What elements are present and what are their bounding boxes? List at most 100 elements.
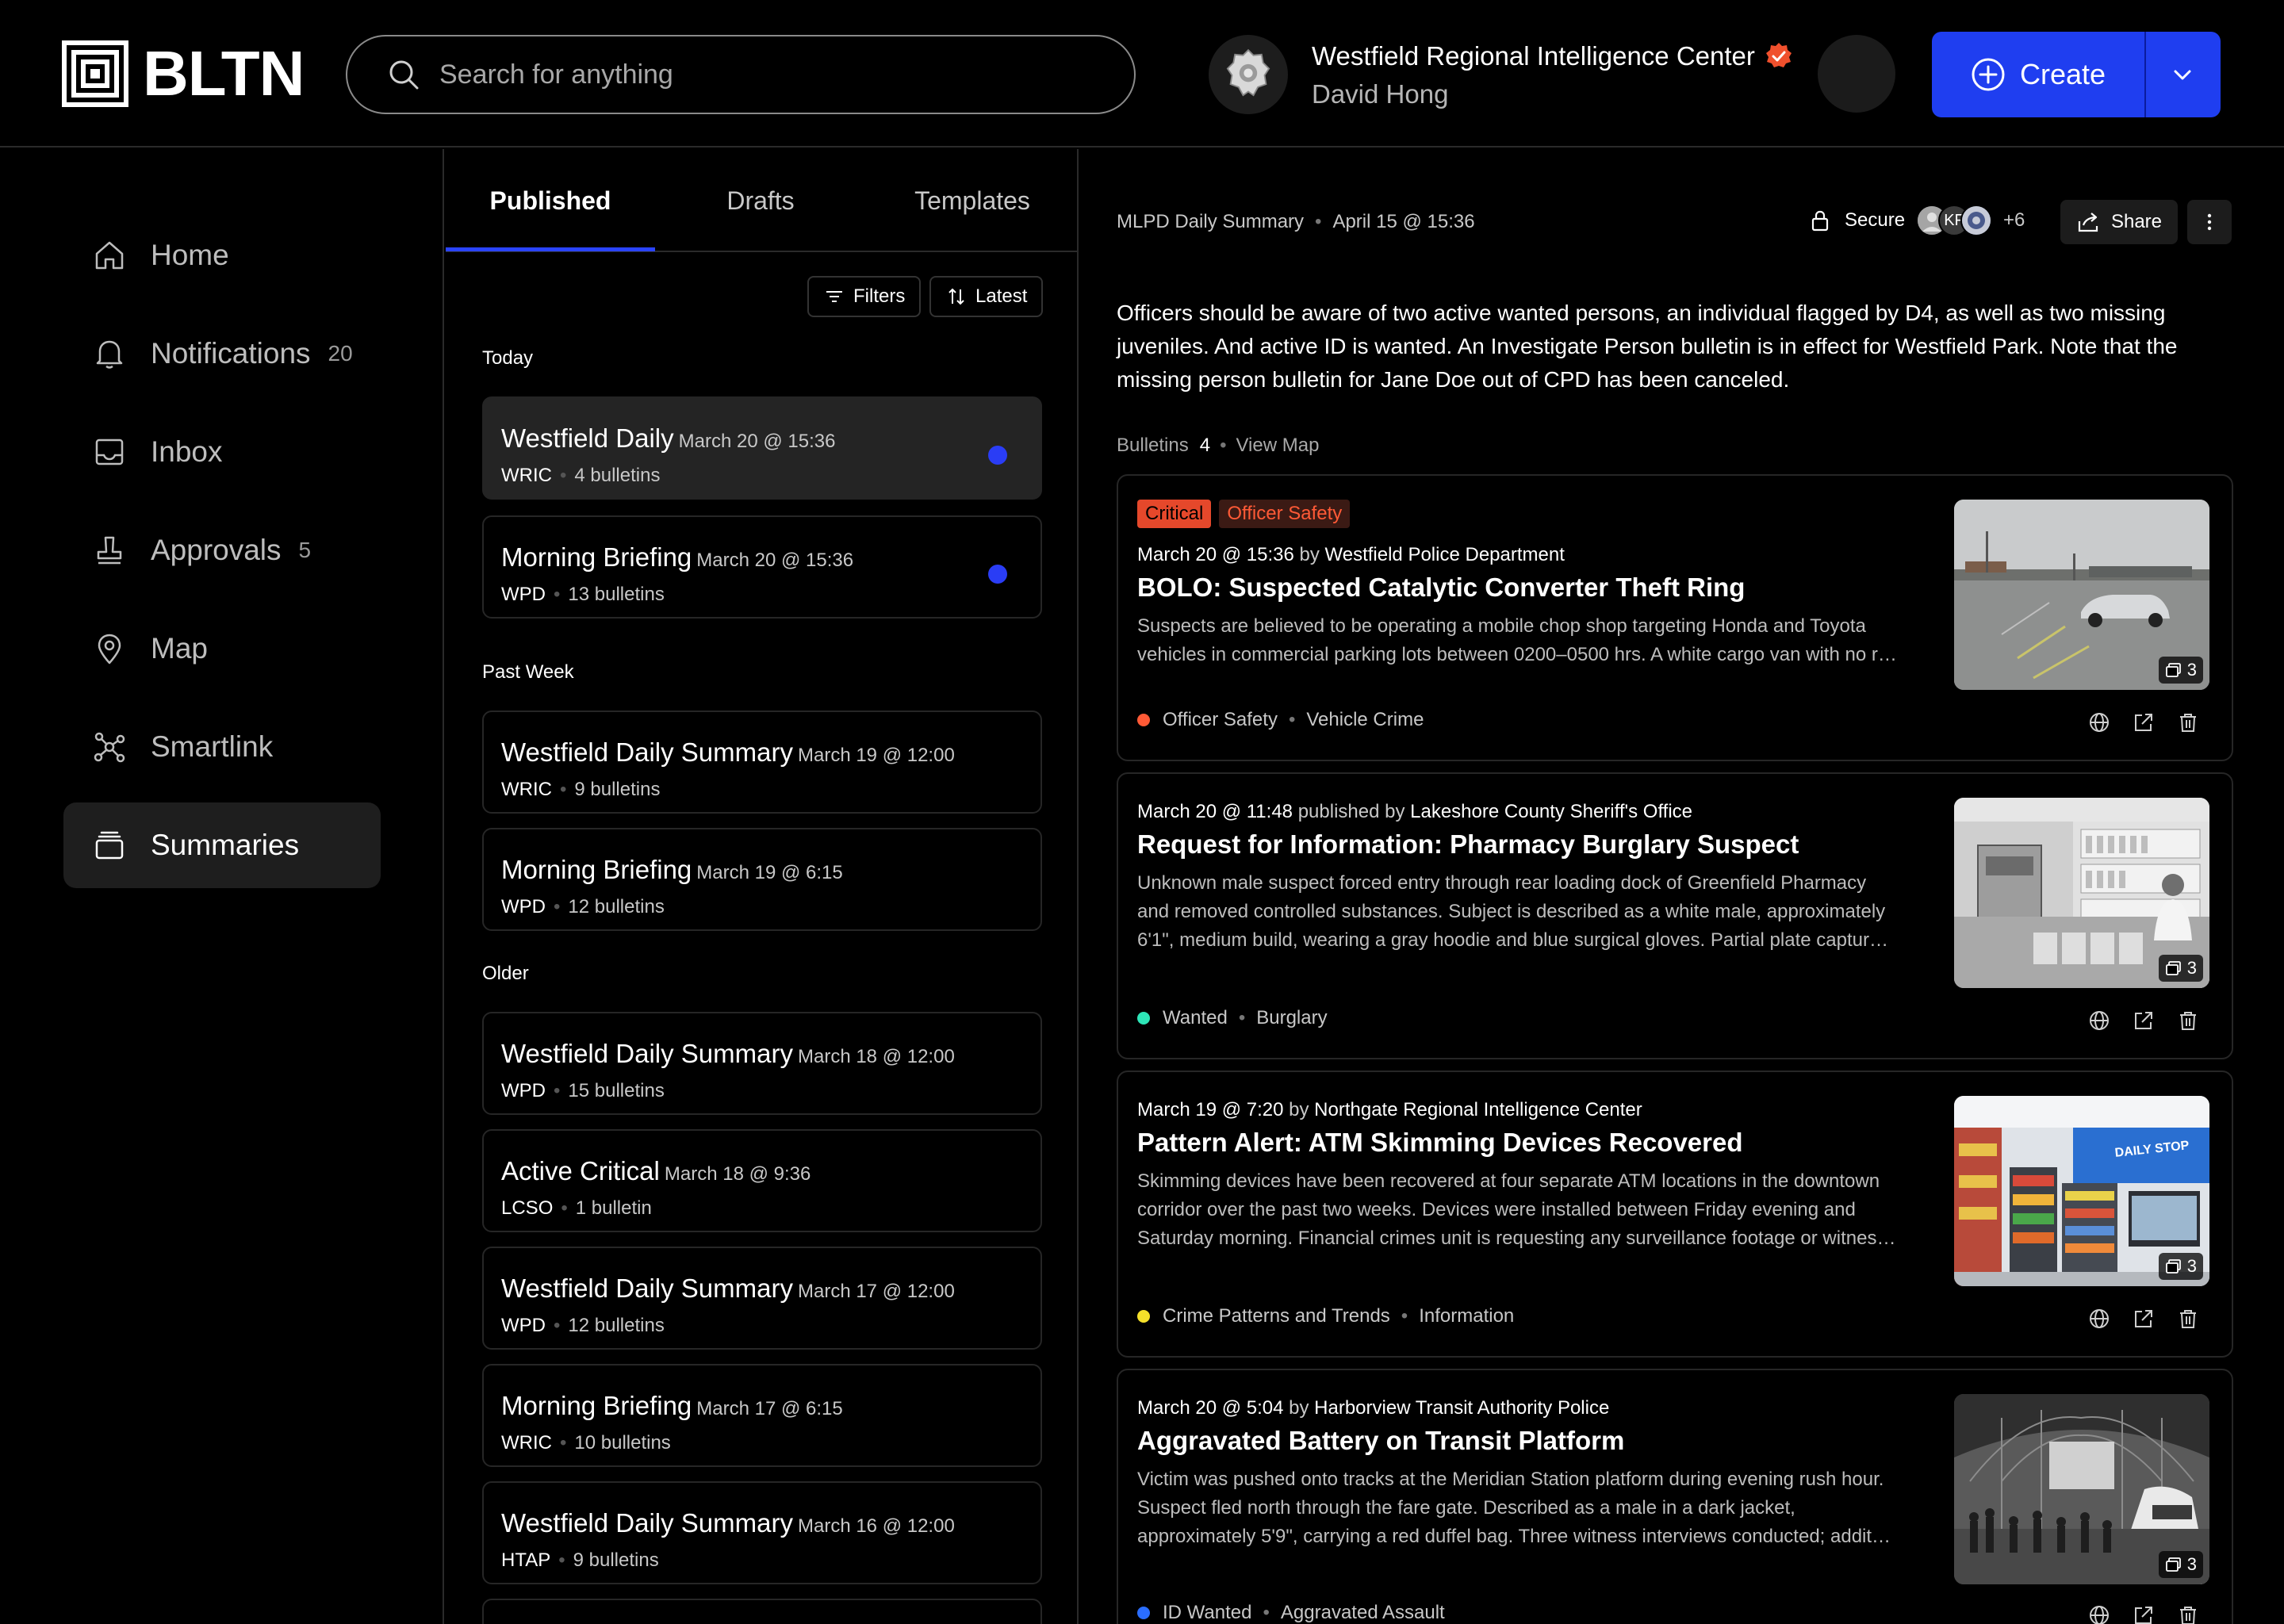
summary-list-item[interactable]: Westfield Daily Summary March 17 @ 12:00 … bbox=[482, 1247, 1042, 1350]
sidebar-item-map[interactable]: Map bbox=[63, 606, 381, 691]
app-logo[interactable]: BLTN bbox=[62, 40, 305, 108]
bulletin-image[interactable]: 3 bbox=[1954, 798, 2209, 988]
tab-published[interactable]: Published bbox=[446, 149, 655, 252]
sidebar-item-notifications[interactable]: Notifications 20 bbox=[63, 311, 381, 396]
external-link-icon[interactable] bbox=[2132, 1307, 2156, 1331]
trash-icon[interactable] bbox=[2176, 1603, 2200, 1624]
summary-breadcrumb: MLPD Daily Summary • April 15 @ 15:36 bbox=[1117, 211, 1475, 233]
category-color-dot bbox=[1137, 1012, 1150, 1025]
bulletin-card[interactable]: March 20 @ 5:04 by Harborview Transit Au… bbox=[1117, 1369, 2233, 1624]
search-input[interactable] bbox=[439, 59, 1074, 90]
bulletin-title[interactable]: Request for Information: Pharmacy Burgla… bbox=[1137, 829, 1799, 860]
bulletin-title[interactable]: Aggravated Battery on Transit Platform bbox=[1137, 1426, 1624, 1456]
summary-item-title: Morning Briefing bbox=[501, 855, 692, 884]
share-button[interactable]: Share bbox=[2060, 200, 2178, 244]
summary-item-date: March 18 @ 12:00 bbox=[797, 1046, 955, 1067]
bulletin-image[interactable]: DAILY STOP 3 bbox=[1954, 1096, 2209, 1286]
globe-icon[interactable] bbox=[2087, 710, 2111, 734]
user-avatar[interactable] bbox=[1818, 35, 1895, 113]
sidebar-item-label: Inbox bbox=[151, 435, 223, 468]
external-link-icon[interactable] bbox=[2132, 1009, 2156, 1032]
summary-list-item[interactable]: Morning Briefing March 17 @ 6:15 WRIC • 10 … bbox=[482, 1364, 1042, 1467]
bulletin-desc-line: 6'1", medium build, wearing a gray hoodi… bbox=[1137, 929, 1888, 951]
separator-dot: • bbox=[1315, 211, 1322, 232]
sidebar-item-inbox[interactable]: Inbox bbox=[63, 409, 381, 495]
logo-mark-icon bbox=[62, 40, 128, 107]
summary-list-item[interactable]: Morning Briefing March 19 @ 6:15 WPD • 12 b… bbox=[482, 828, 1042, 931]
separator-dot: • bbox=[559, 779, 567, 800]
globe-icon[interactable] bbox=[2087, 1307, 2111, 1331]
summary-list-item[interactable]: Westfield Daily Summary March 18 @ 12:00 … bbox=[482, 1012, 1042, 1115]
bulletin-category: Vehicle Crime bbox=[1306, 709, 1424, 730]
sort-button[interactable]: Latest bbox=[929, 276, 1044, 317]
active-tab-indicator bbox=[446, 247, 655, 251]
bulletin-image[interactable]: 3 bbox=[1954, 500, 2209, 690]
globe-icon[interactable] bbox=[2087, 1603, 2111, 1624]
search-bar[interactable] bbox=[346, 35, 1136, 114]
create-dropdown-toggle[interactable] bbox=[2146, 32, 2219, 117]
trash-icon[interactable] bbox=[2176, 1009, 2200, 1032]
bulletin-card[interactable]: March 20 @ 11:48 published by Lakeshore … bbox=[1117, 772, 2233, 1059]
tab-templates[interactable]: Templates bbox=[866, 149, 1077, 252]
bulletin-date: March 19 @ 7:20 bbox=[1137, 1099, 1284, 1120]
globe-icon[interactable] bbox=[2087, 1009, 2111, 1032]
bulletin-by: by bbox=[1289, 1099, 1309, 1120]
more-options-button[interactable] bbox=[2187, 200, 2232, 244]
summary-item-title: Westfield Daily bbox=[501, 423, 674, 453]
bulletin-desc-line: and removed controlled substances. Subje… bbox=[1137, 901, 1886, 922]
trash-icon[interactable] bbox=[2176, 1307, 2200, 1331]
bulletin-image[interactable]: 3 bbox=[1954, 1394, 2209, 1584]
summary-name: MLPD Daily Summary bbox=[1117, 211, 1305, 232]
org-badge-avatar[interactable] bbox=[1209, 35, 1288, 114]
bulletin-agency[interactable]: Northgate Regional Intelligence Center bbox=[1314, 1099, 1642, 1120]
bulletin-card[interactable]: Critical Officer Safety March 20 @ 15:36… bbox=[1117, 474, 2233, 761]
separator-dot: • bbox=[554, 1315, 561, 1336]
summary-list-item[interactable]: Active Critical March 18 @ 9:36 LCSO • 1 bu… bbox=[482, 1129, 1042, 1232]
sidebar-item-home[interactable]: Home bbox=[63, 213, 381, 298]
group-label-past-week: Past Week bbox=[482, 661, 574, 683]
top-header: BLTN Westfield Regional Intelligence Cen… bbox=[0, 0, 2284, 147]
view-map-link[interactable]: View Map bbox=[1236, 435, 1319, 456]
member-avatars[interactable]: KF +6 bbox=[1916, 205, 2025, 236]
org-name: Westfield Regional Intelligence Center bbox=[1312, 41, 1793, 71]
sidebar-item-approvals[interactable]: Approvals 5 bbox=[63, 508, 381, 593]
bulletin-agency[interactable]: Harborview Transit Authority Police bbox=[1314, 1397, 1609, 1419]
summary-list-item[interactable]: Morning Briefing March 20 @ 15:36 WPD • 13 … bbox=[482, 515, 1042, 619]
bulletin-title[interactable]: Pattern Alert: ATM Skimming Devices Reco… bbox=[1137, 1128, 1743, 1158]
summary-list-item[interactable]: Westfield Daily March 20 @ 15:36 WRIC • 4 b… bbox=[482, 396, 1042, 500]
summary-detail-pane: MLPD Daily Summary • April 15 @ 15:36 Secu… bbox=[1080, 149, 2284, 1624]
external-link-icon[interactable] bbox=[2132, 710, 2156, 734]
summary-item-agency: WPD bbox=[501, 1315, 546, 1336]
bulletin-title[interactable]: BOLO: Suspected Catalytic Converter Thef… bbox=[1137, 573, 1745, 603]
summary-list-item-partial[interactable] bbox=[482, 1599, 1042, 1624]
summary-item-meta: WPD • 12 bulletins bbox=[501, 1315, 665, 1337]
bulletin-date: March 20 @ 11:48 bbox=[1137, 801, 1293, 822]
image-count-badge: 3 bbox=[2158, 657, 2203, 684]
bulletin-desc-line: Suspect fled north through the fare gate… bbox=[1137, 1497, 1795, 1519]
search-icon bbox=[389, 60, 419, 90]
sidebar-item-smartlink[interactable]: Smartlink bbox=[63, 704, 381, 790]
summary-item-meta: WPD • 15 bulletins bbox=[501, 1080, 665, 1102]
image-count-badge: 3 bbox=[2158, 955, 2203, 982]
tab-drafts[interactable]: Drafts bbox=[655, 149, 866, 252]
filter-icon bbox=[826, 291, 842, 302]
inbox-icon bbox=[95, 439, 124, 465]
sidebar-item-summaries[interactable]: Summaries bbox=[63, 802, 381, 888]
summary-item-meta: HTAP • 9 bulletins bbox=[501, 1549, 659, 1572]
separator-dot: • bbox=[558, 1549, 565, 1571]
bulletin-meta: March 20 @ 11:48 published by Lakeshore … bbox=[1137, 801, 1692, 823]
create-button[interactable]: Create bbox=[1932, 32, 2146, 117]
bulletin-date: March 20 @ 5:04 bbox=[1137, 1397, 1284, 1419]
trash-icon[interactable] bbox=[2176, 710, 2200, 734]
bulletin-agency[interactable]: Lakeshore County Sheriff's Office bbox=[1410, 801, 1692, 822]
summary-item-count: 13 bulletins bbox=[568, 584, 665, 605]
bulletin-categories: Officer Safety • Vehicle Crime bbox=[1137, 709, 1424, 731]
summary-list-item[interactable]: Westfield Daily Summary March 16 @ 12:00 … bbox=[482, 1481, 1042, 1584]
bulletin-agency[interactable]: Westfield Police Department bbox=[1325, 544, 1565, 565]
summary-list-item[interactable]: Westfield Daily Summary March 19 @ 12:00 … bbox=[482, 710, 1042, 814]
filters-button[interactable]: Filters bbox=[807, 276, 922, 317]
unread-indicator bbox=[988, 565, 1007, 584]
external-link-icon[interactable] bbox=[2132, 1603, 2156, 1624]
summary-item-heading: Active Critical March 18 @ 9:36 bbox=[501, 1156, 811, 1186]
bulletin-card[interactable]: March 19 @ 7:20 by Northgate Regional In… bbox=[1117, 1071, 2233, 1358]
